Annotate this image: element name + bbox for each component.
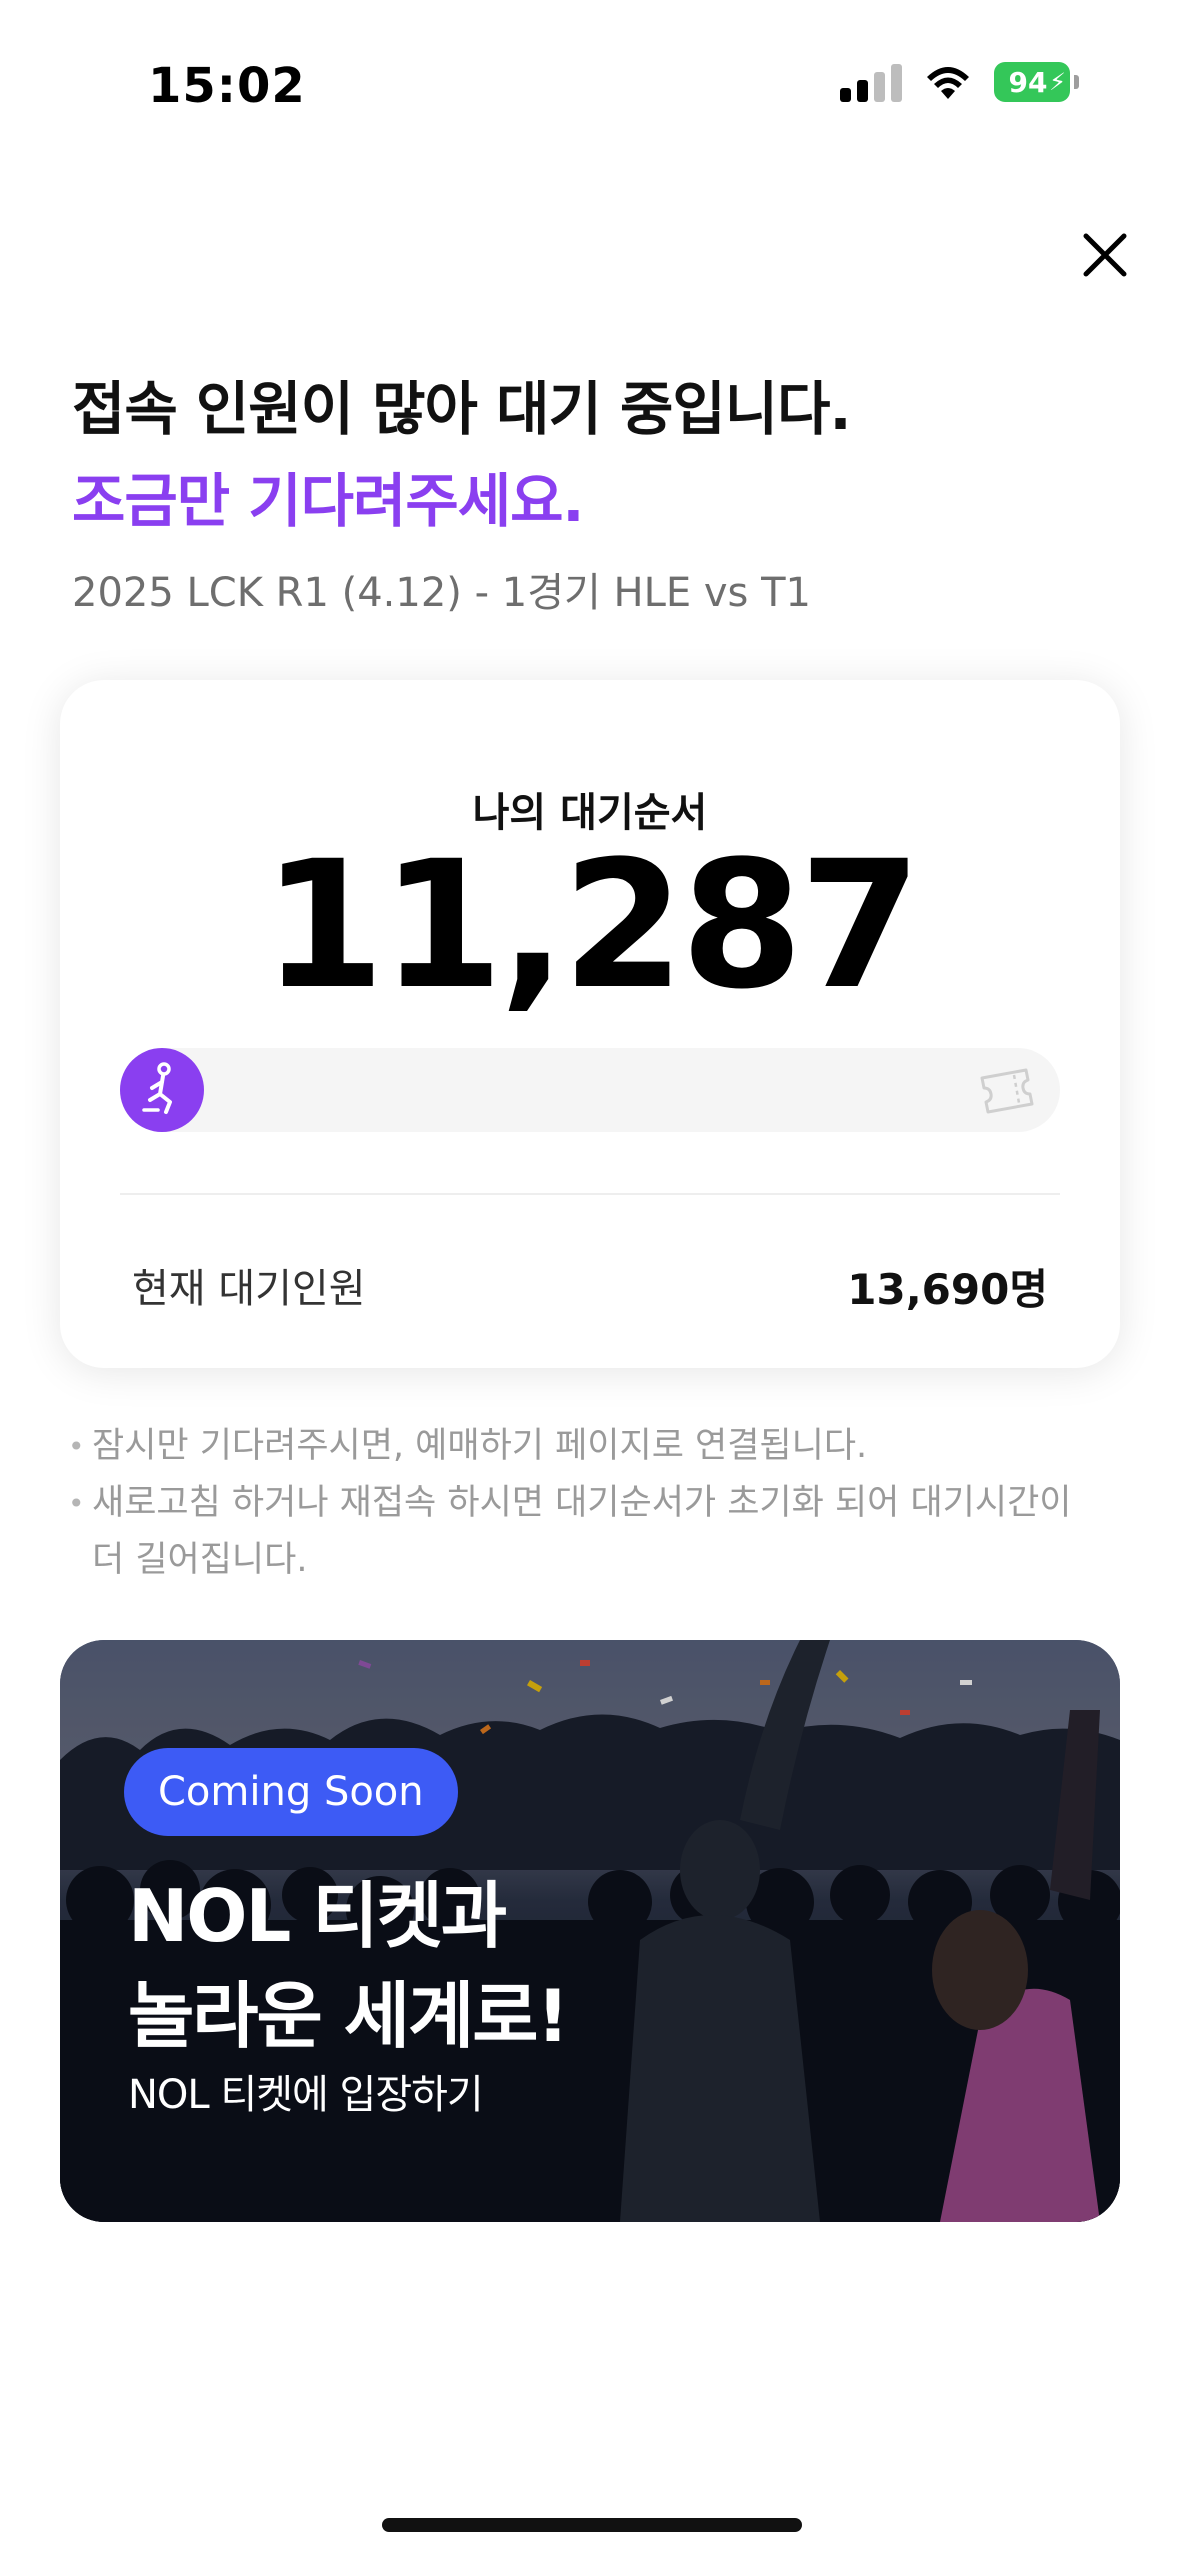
status-time: 15:02 xyxy=(148,58,306,114)
current-waiting-value: 13,690명 xyxy=(847,1265,1048,1314)
card-divider xyxy=(120,1193,1060,1195)
notice-item: 잠시만 기다려주시면, 예매하기 페이지로 연결됩니다. xyxy=(68,1418,1108,1475)
waiting-subtitle: 조금만 기다려주세요. xyxy=(72,467,584,535)
cellular-signal-icon xyxy=(840,62,902,102)
banner-headline-line2: 놀라운 세계로! xyxy=(128,1974,569,2058)
queue-waiting-screen: 15:02 94 ⚡ 접속 인원이 많아 대기 중입니다. 조금만 기다려주세요… xyxy=(0,0,1179,2556)
queue-progress-bar xyxy=(120,1048,1060,1132)
promo-banner[interactable]: Coming Soon NOL 티켓과 놀라운 세계로! NOL 티켓에 입장하… xyxy=(60,1640,1120,2222)
wifi-icon xyxy=(927,67,969,99)
waiting-title: 접속 인원이 많아 대기 중입니다. xyxy=(72,375,851,443)
battery-cap xyxy=(1074,75,1079,89)
banner-headline: NOL 티켓과 놀라운 세계로! xyxy=(128,1866,569,2066)
current-waiting-label: 현재 대기인원 xyxy=(132,1266,366,1312)
queue-card: 나의 대기순서 11,287 현재 대기인원 13,690명 xyxy=(60,680,1120,1368)
banner-headline-line1: NOL 티켓과 xyxy=(128,1874,507,1958)
banner-subtitle: NOL 티켓에 입장하기 xyxy=(128,2072,484,2118)
home-indicator[interactable] xyxy=(382,2518,802,2532)
close-icon xyxy=(1083,233,1127,277)
status-icons: 94 ⚡ xyxy=(840,62,1079,102)
battery-level: 94 xyxy=(1008,65,1048,99)
battery-indicator: 94 ⚡ xyxy=(994,62,1070,102)
ticket-icon xyxy=(980,1068,1034,1114)
coming-soon-badge: Coming Soon xyxy=(124,1748,458,1836)
charging-bolt-icon: ⚡ xyxy=(1049,68,1066,96)
notice-item: 새로고침 하거나 재접속 하시면 대기순서가 초기화 되어 대기시간이 더 길어… xyxy=(68,1475,1108,1589)
my-position-number: 11,287 xyxy=(262,823,921,1028)
notice-list: 잠시만 기다려주시면, 예매하기 페이지로 연결됩니다. 새로고침 하거나 재접… xyxy=(68,1418,1108,1589)
event-name: 2025 LCK R1 (4.12) - 1경기 HLE vs T1 xyxy=(72,570,811,616)
close-button[interactable] xyxy=(1070,220,1140,290)
runner-icon xyxy=(120,1048,204,1132)
